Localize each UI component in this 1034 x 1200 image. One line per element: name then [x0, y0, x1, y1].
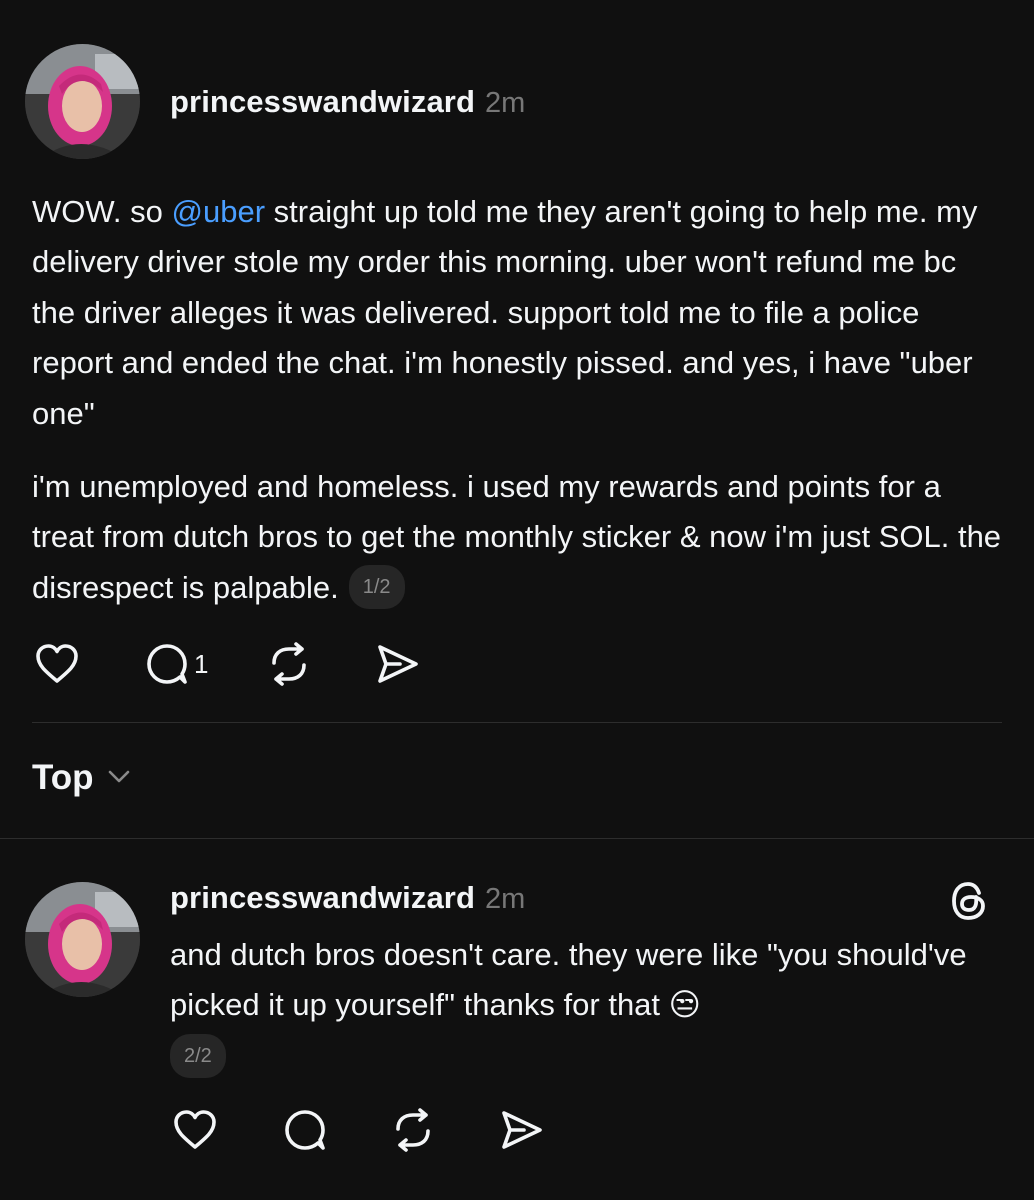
thread-counter: 1/2	[348, 564, 405, 609]
reply-avatar[interactable]	[25, 882, 140, 997]
post-actions: 1	[34, 642, 420, 686]
sort-dropdown[interactable]: Top	[32, 758, 132, 798]
reply-repost-button[interactable]	[390, 1108, 436, 1152]
share-button[interactable]	[374, 642, 420, 686]
post-body-paragraph-2: i'm unemployed and homeless. i used my r…	[32, 462, 1007, 613]
reply-time: 2m	[485, 883, 526, 915]
username[interactable]: princesswandwizard	[170, 84, 475, 120]
section-divider	[0, 838, 1034, 839]
heart-icon	[172, 1109, 218, 1151]
reply-body: and dutch bros doesn't care. they were l…	[170, 930, 1000, 1031]
repost-button[interactable]	[266, 642, 312, 686]
post-text-paragraph-2: i'm unemployed and homeless. i used my r…	[32, 469, 1002, 605]
threads-logo-icon[interactable]	[946, 878, 992, 929]
reply-comment-button[interactable]	[282, 1108, 328, 1152]
sort-label: Top	[32, 758, 94, 797]
reply-username[interactable]: princesswandwizard	[170, 880, 475, 916]
chevron-down-icon	[106, 767, 132, 790]
send-icon	[374, 642, 420, 686]
comment-bubble-icon	[144, 642, 190, 686]
reply-text: and dutch bros doesn't care. they were l…	[170, 937, 967, 1023]
reply-count: 1	[194, 648, 209, 679]
reply-actions	[172, 1108, 544, 1152]
divider	[32, 722, 1002, 723]
heart-icon	[34, 643, 80, 685]
reply-like-button[interactable]	[172, 1109, 218, 1151]
mention-link[interactable]: @uber	[172, 194, 266, 229]
reply-author: princesswandwizard 2m	[170, 880, 525, 916]
reply-thread-counter: 2/2	[170, 1034, 226, 1078]
comment-bubble-icon	[282, 1108, 328, 1152]
reply-share-button[interactable]	[498, 1108, 544, 1152]
reply-counter-wrap: 2/2	[170, 1034, 226, 1078]
avatar[interactable]	[25, 44, 140, 159]
like-button[interactable]	[34, 643, 80, 685]
post-text-start: WOW. so	[32, 194, 172, 229]
post-text-rest: straight up told me they aren't going to…	[32, 194, 978, 431]
post-author: princesswandwizard 2m	[170, 84, 525, 120]
send-icon	[498, 1108, 544, 1152]
post-body: WOW. so @uber straight up told me they a…	[32, 187, 1007, 439]
repost-icon	[266, 642, 312, 686]
repost-icon	[390, 1108, 436, 1152]
comment-button[interactable]: 1	[144, 642, 208, 686]
post-time: 2m	[485, 87, 526, 119]
